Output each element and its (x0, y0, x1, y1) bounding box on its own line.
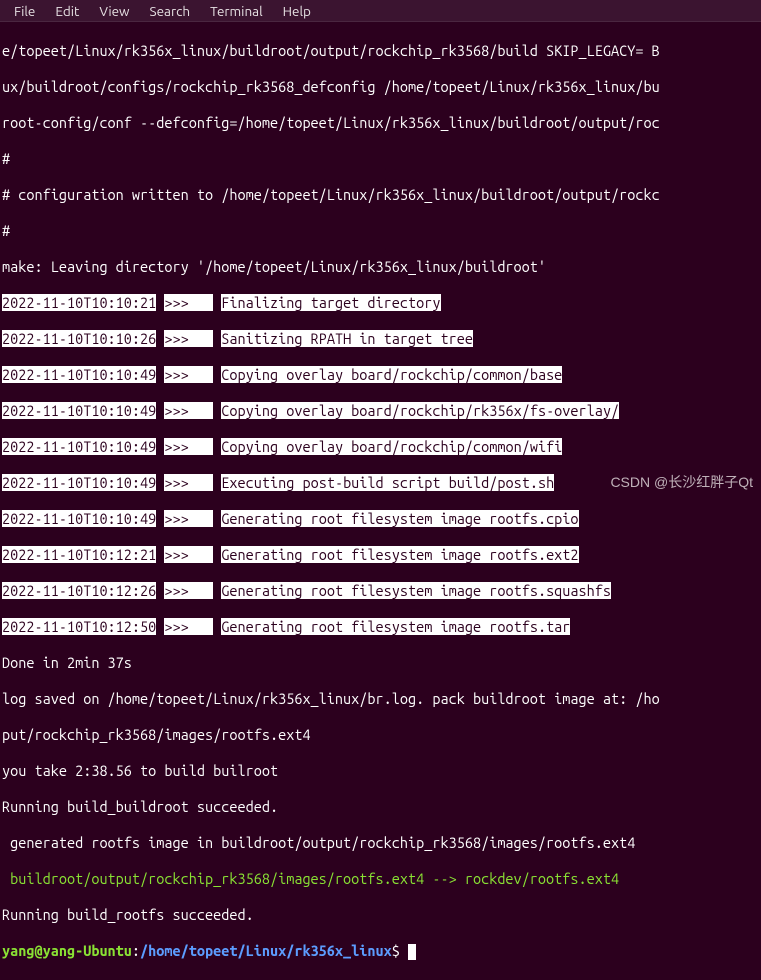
output-line: you take 2:38.56 to build builroot (2, 762, 759, 780)
output-line: put/rockchip_rk3568/images/rootfs.ext4 (2, 726, 759, 744)
output-line: # (2, 222, 759, 240)
output-line: ux/buildroot/configs/rockchip_rk3568_def… (2, 78, 759, 96)
menu-edit[interactable]: Edit (45, 0, 89, 22)
output-line: 2022-11-10T10:12:50 >>> Generating root … (2, 618, 759, 636)
output-line: # configuration written to /home/topeet/… (2, 186, 759, 204)
menu-terminal[interactable]: Terminal (200, 0, 273, 22)
output-line: make: Leaving directory '/home/topeet/Li… (2, 258, 759, 276)
output-line: log saved on /home/topeet/Linux/rk356x_l… (2, 690, 759, 708)
output-line: 2022-11-10T10:12:26 >>> Generating root … (2, 582, 759, 600)
output-line: e/topeet/Linux/rk356x_linux/buildroot/ou… (2, 42, 759, 60)
terminal-output[interactable]: e/topeet/Linux/rk356x_linux/buildroot/ou… (0, 22, 761, 980)
output-line: generated rootfs image in buildroot/outp… (2, 834, 759, 852)
output-line: # (2, 150, 759, 168)
menu-bar: File Edit View Search Terminal Help (0, 0, 761, 22)
output-line: Running build_rootfs succeeded. (2, 906, 759, 924)
output-line: Done in 2min 37s (2, 654, 759, 672)
output-line: 2022-11-10T10:12:21 >>> Generating root … (2, 546, 759, 564)
output-line: 2022-11-10T10:10:49 >>> Copying overlay … (2, 366, 759, 384)
output-line: 2022-11-10T10:10:49 >>> Copying overlay … (2, 438, 759, 456)
output-line: 2022-11-10T10:10:21 >>> Finalizing targe… (2, 294, 759, 312)
prompt-end: $ (392, 942, 408, 959)
output-line: root-config/conf --defconfig=/home/topee… (2, 114, 759, 132)
prompt-user: yang@yang-Ubuntu (2, 942, 132, 959)
menu-file[interactable]: File (4, 0, 45, 22)
prompt-line[interactable]: yang@yang-Ubuntu:/home/topeet/Linux/rk35… (2, 942, 759, 960)
output-line: buildroot/output/rockchip_rk3568/images/… (2, 870, 759, 888)
output-line: 2022-11-10T10:10:49 >>> Copying overlay … (2, 402, 759, 420)
menu-search[interactable]: Search (140, 0, 201, 22)
prompt-sep: : (132, 942, 140, 959)
menu-view[interactable]: View (89, 0, 139, 22)
output-line: Running build_buildroot succeeded. (2, 798, 759, 816)
watermark: CSDN @长沙红胖子Qt (610, 473, 753, 491)
output-line: 2022-11-10T10:10:26 >>> Sanitizing RPATH… (2, 330, 759, 348)
prompt-path: /home/topeet/Linux/rk356x_linux (140, 942, 392, 959)
cursor-icon (408, 944, 416, 960)
menu-help[interactable]: Help (273, 0, 321, 22)
